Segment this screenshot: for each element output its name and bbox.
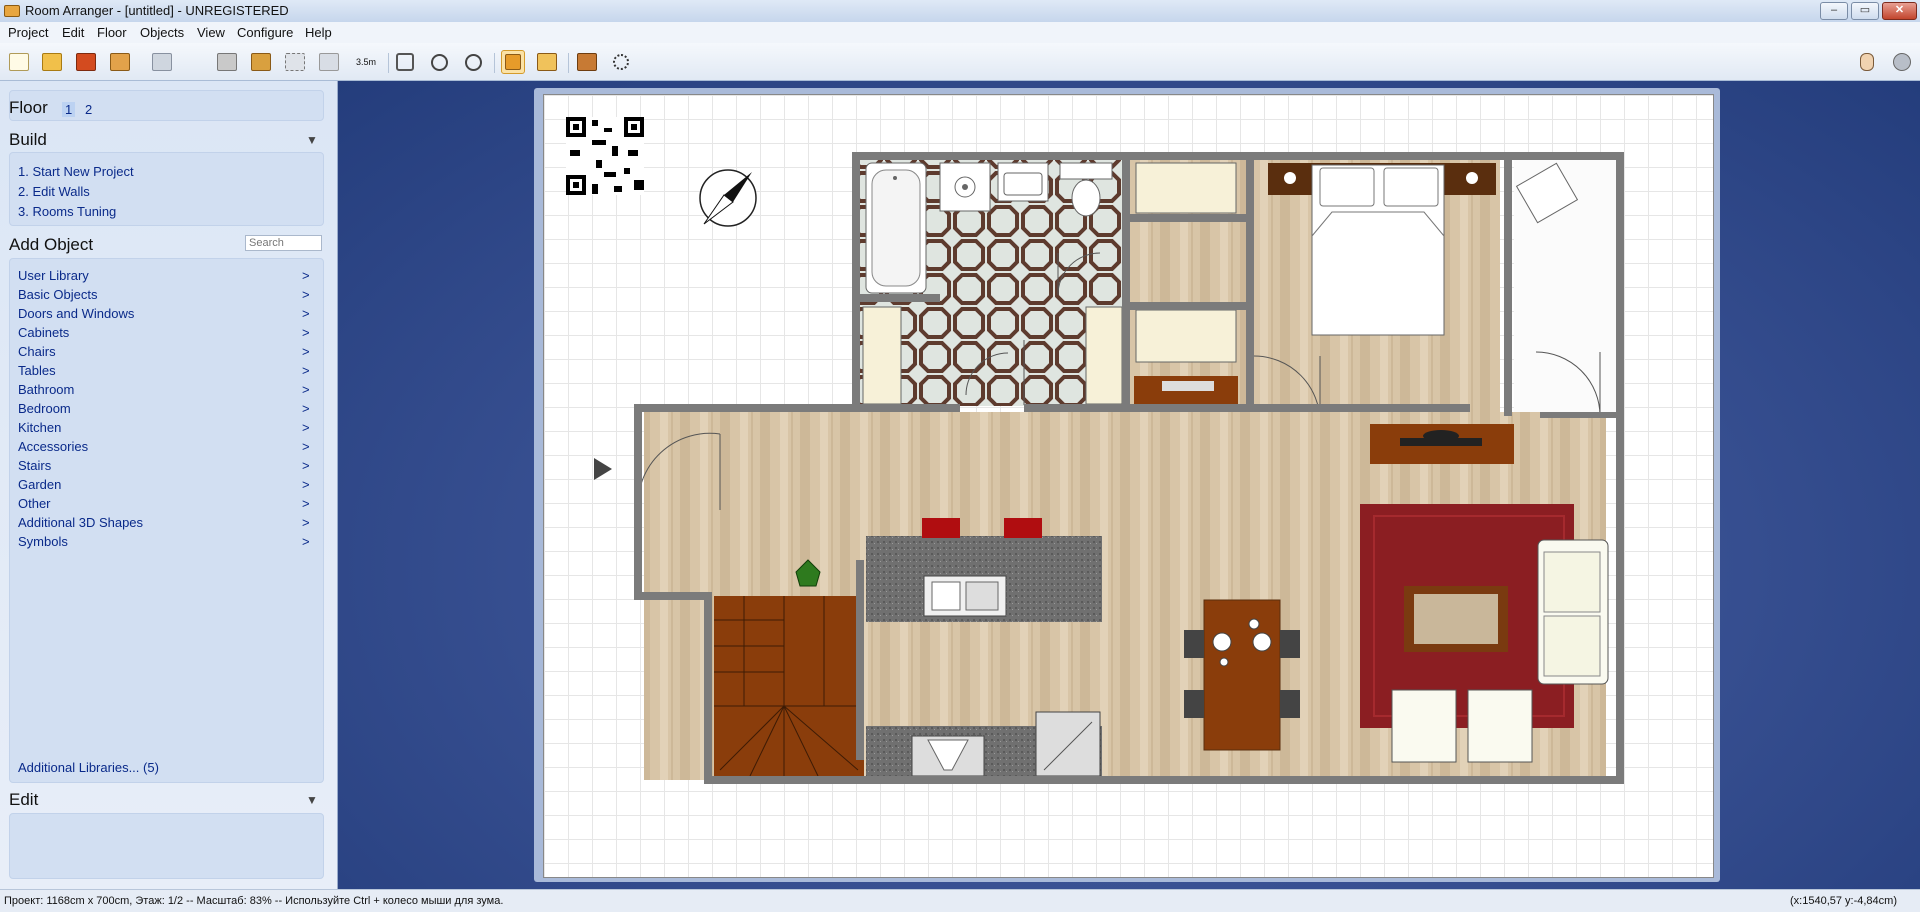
- category-symbols[interactable]: Symbols: [18, 534, 68, 549]
- chevron-right-icon: >: [302, 363, 310, 378]
- group-icon[interactable]: [317, 50, 341, 74]
- menu-view[interactable]: View: [197, 25, 225, 40]
- category-tables[interactable]: Tables: [18, 363, 56, 378]
- 2d-view-icon[interactable]: [501, 50, 525, 74]
- category-kitchen[interactable]: Kitchen: [18, 420, 61, 435]
- export-icon[interactable]: [150, 50, 174, 74]
- save-icon[interactable]: [74, 50, 98, 74]
- chevron-right-icon: >: [302, 534, 310, 549]
- hand-icon[interactable]: [1855, 50, 1879, 74]
- floor-1-button[interactable]: 1: [62, 102, 76, 117]
- toolbar-separator: [388, 53, 389, 73]
- chevron-right-icon: >: [302, 458, 310, 473]
- 3d-view-icon[interactable]: [535, 50, 559, 74]
- menu-bar: Project Edit Floor Objects View Configur…: [0, 22, 1920, 44]
- chevron-right-icon: >: [302, 420, 310, 435]
- menu-objects[interactable]: Objects: [140, 25, 184, 40]
- category-chairs[interactable]: Chairs: [18, 344, 56, 359]
- print-icon[interactable]: [108, 50, 132, 74]
- category-bedroom[interactable]: Bedroom: [18, 401, 71, 416]
- chevron-right-icon: >: [302, 401, 310, 416]
- build-collapse-icon[interactable]: ▼: [306, 133, 318, 147]
- menu-help[interactable]: Help: [305, 25, 332, 40]
- floor-plan-sheet[interactable]: [543, 94, 1714, 878]
- zoom-fit-icon[interactable]: [393, 50, 417, 74]
- additional-libraries-link[interactable]: Additional Libraries... (5): [18, 760, 159, 775]
- open-icon[interactable]: [40, 50, 64, 74]
- category-basic-objects[interactable]: Basic Objects: [18, 287, 97, 302]
- category-bathroom[interactable]: Bathroom: [18, 382, 74, 397]
- rooms-tuning-link[interactable]: 3. Rooms Tuning: [18, 204, 116, 219]
- zoom-out-icon[interactable]: [461, 50, 485, 74]
- chevron-right-icon: >: [302, 439, 310, 454]
- measure-icon[interactable]: 3.5m: [351, 50, 381, 74]
- edit-title: Edit: [9, 790, 39, 809]
- menu-project[interactable]: Project: [8, 25, 48, 40]
- chevron-right-icon: >: [302, 325, 310, 340]
- toolbar-separator: [494, 53, 495, 73]
- settings-icon[interactable]: [609, 50, 633, 74]
- wall-icon[interactable]: [249, 50, 273, 74]
- house-icon[interactable]: [575, 50, 599, 74]
- maximize-button[interactable]: ▭: [1851, 2, 1879, 20]
- add-object-title: Add Object: [9, 235, 94, 254]
- status-bar: Проект: 1168cm x 700cm, Этаж: 1/2 -- Мас…: [0, 889, 1920, 912]
- floor-label: Floor: [9, 98, 48, 117]
- chevron-right-icon: >: [302, 496, 310, 511]
- category-additional-3d-shapes[interactable]: Additional 3D Shapes: [18, 515, 143, 530]
- edit-collapse-icon[interactable]: ▼: [306, 793, 318, 807]
- toolbar: 3.5m: [0, 43, 1920, 81]
- menu-floor[interactable]: Floor: [97, 25, 127, 40]
- category-cabinets[interactable]: Cabinets: [18, 325, 69, 340]
- new-project-icon[interactable]: [7, 50, 31, 74]
- edit-panel: [9, 813, 324, 879]
- status-info: Проект: 1168cm x 700cm, Этаж: 1/2 -- Мас…: [4, 895, 504, 907]
- category-garden[interactable]: Garden: [18, 477, 61, 492]
- toolbar-separator: [568, 53, 569, 73]
- chevron-right-icon: >: [302, 306, 310, 321]
- menu-edit[interactable]: Edit: [62, 25, 84, 40]
- measure-label: 3.5m: [355, 57, 376, 67]
- chevron-right-icon: >: [302, 287, 310, 302]
- category-other[interactable]: Other: [18, 496, 51, 511]
- chevron-right-icon: >: [302, 515, 310, 530]
- build-title: Build: [9, 130, 47, 149]
- category-user-library[interactable]: User Library: [18, 268, 89, 283]
- floor-panel: [9, 90, 324, 121]
- category-stairs[interactable]: Stairs: [18, 458, 51, 473]
- edit-image-icon[interactable]: [215, 50, 239, 74]
- edit-walls-link[interactable]: 2. Edit Walls: [18, 184, 90, 199]
- floor-2-button[interactable]: 2: [85, 102, 92, 117]
- chevron-right-icon: >: [302, 477, 310, 492]
- chevron-right-icon: >: [302, 344, 310, 359]
- select-icon[interactable]: [283, 50, 307, 74]
- app-icon: [4, 5, 20, 17]
- chevron-right-icon: >: [302, 268, 310, 283]
- close-button[interactable]: ✕: [1882, 2, 1917, 20]
- category-accessories[interactable]: Accessories: [18, 439, 88, 454]
- cursor-coordinates: (x:1540,57 y:-4,84cm): [1790, 895, 1897, 907]
- menu-configure[interactable]: Configure: [237, 25, 293, 40]
- start-new-project-link[interactable]: 1. Start New Project: [18, 164, 134, 179]
- chevron-right-icon: >: [302, 382, 310, 397]
- zoom-in-icon[interactable]: [427, 50, 451, 74]
- object-search-input[interactable]: [245, 235, 322, 251]
- info-icon[interactable]: [1890, 50, 1914, 74]
- window-title: Room Arranger - [untitled] - UNREGISTERE…: [25, 3, 289, 18]
- category-doors-and-windows[interactable]: Doors and Windows: [18, 306, 134, 321]
- title-bar: Room Arranger - [untitled] - UNREGISTERE…: [0, 0, 1920, 23]
- minimize-button[interactable]: –: [1820, 2, 1848, 20]
